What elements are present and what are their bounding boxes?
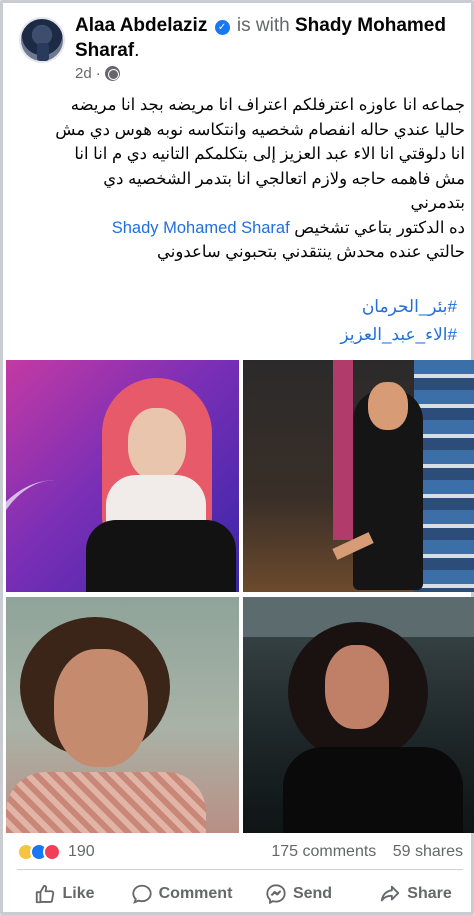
post-text-line: بتدمرني: [410, 194, 465, 212]
doctor-tag-link[interactable]: Shady Mohamed Sharaf: [112, 219, 290, 237]
verified-badge-icon: ✓: [214, 20, 230, 35]
hashtags: #بئر_الحرمان #الاء_عبد_العزيز: [340, 293, 457, 349]
post-text-line: جماعه انا عاوزه اعترفلكم اعتراف انا مريض…: [70, 96, 465, 114]
meta-separator: ·: [95, 65, 101, 82]
globe-icon[interactable]: [104, 66, 120, 81]
share-button[interactable]: Share: [357, 873, 474, 915]
share-arrow-icon: [381, 885, 400, 902]
post-text-line: حاليا عندي حاله انفصام شخصيه وانتكاسه نو…: [55, 120, 465, 139]
send-button[interactable]: Send: [240, 873, 357, 915]
share-label: Share: [407, 885, 452, 902]
comment-icon: [131, 884, 152, 904]
love-reaction-icon: [43, 843, 61, 861]
hashtag-link[interactable]: #الاء_عبد_العزيز: [340, 321, 457, 349]
doctor-line: ده الدكتور بتاعي تشخيص Shady Mohamed Sha…: [17, 216, 465, 241]
comment-label: Comment: [158, 885, 233, 902]
post-time[interactable]: 2d: [75, 65, 92, 82]
post-card: Alaa Abdelaziz ✓ is with Shady Mohamed S…: [0, 0, 474, 915]
is-with-text: is with: [236, 15, 290, 36]
like-button[interactable]: Like: [6, 873, 123, 915]
messenger-icon: [266, 884, 286, 905]
reactions-summary[interactable]: 190: [17, 843, 95, 861]
post-meta: 2d ·: [75, 65, 120, 82]
hashtag-link[interactable]: #بئر_الحرمان: [340, 293, 457, 321]
post-stats: 190 175 comments 59 shares: [17, 839, 463, 865]
photo-3[interactable]: [6, 597, 239, 833]
comments-count[interactable]: 175 comments: [271, 843, 376, 860]
photo-1[interactable]: [6, 360, 239, 592]
photo-4[interactable]: [243, 597, 474, 833]
send-label: Send: [292, 885, 333, 902]
photo-grid: [6, 360, 474, 833]
divider: [17, 869, 463, 870]
post-text-line: انا دلوقتي انا الاء عبد العزيز إلى بتكلم…: [74, 145, 465, 163]
post-text-line: مش فاهمه حاجه ولازم اتعالجي انا بتدمر ال…: [103, 169, 465, 188]
like-label: Like: [62, 885, 95, 902]
reaction-count: 190: [68, 843, 95, 860]
author-avatar[interactable]: [19, 17, 65, 63]
doctor-line-prefix: ده الدكتور بتاعي تشخيص: [294, 218, 465, 237]
post-header: Alaa Abdelaziz ✓ is with Shady Mohamed S…: [17, 11, 463, 83]
action-bar: Like Comment Send Share: [6, 873, 474, 915]
thumbs-up-icon: [36, 884, 55, 904]
engagement-counts: 175 comments 59 shares: [271, 843, 463, 861]
post-author-line: Alaa Abdelaziz ✓ is with Shady Mohamed S…: [75, 13, 455, 63]
author-name[interactable]: Alaa Abdelaziz: [75, 15, 207, 36]
closing-line: حالتي عنده محدش ينتقدني بتحبوني ساعدوني: [157, 243, 465, 261]
comment-button[interactable]: Comment: [123, 873, 240, 915]
post-body: جماعه انا عاوزه اعترفلكم اعتراف انا مريض…: [17, 93, 465, 265]
photo-2[interactable]: [243, 360, 474, 592]
shares-count[interactable]: 59 shares: [393, 843, 463, 860]
header-period: .: [134, 40, 140, 61]
